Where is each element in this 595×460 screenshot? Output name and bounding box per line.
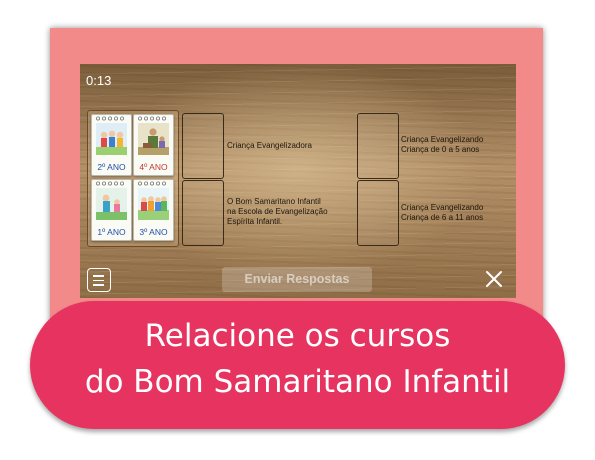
card-label: 4º ANO <box>139 162 168 172</box>
spiral-rings <box>138 116 166 121</box>
card-1-ano[interactable]: 1º ANO <box>91 179 132 241</box>
card-label: 1º ANO <box>97 227 126 237</box>
timer: 0:13 <box>86 73 112 88</box>
close-icon[interactable] <box>484 269 504 289</box>
question-text-3: O Bom Samaritano Infantil na Escola de E… <box>227 197 328 227</box>
text-line: na Escola de Evangelização <box>227 207 328 216</box>
drop-slot-3[interactable] <box>357 113 399 179</box>
text-line: Criança Evangelizadora <box>227 141 312 150</box>
title-banner: Relacione os cursos do Bom Samaritano In… <box>30 301 565 429</box>
text-line: Criança de 0 a 5 anos <box>401 145 480 154</box>
card-label: 2º ANO <box>97 162 126 172</box>
question-text-2: Criança Evangelizando Criança de 0 a 5 a… <box>401 135 483 155</box>
card-2-ano[interactable]: 2º ANO <box>91 114 132 176</box>
group-illustration <box>138 188 169 220</box>
text-line: Criança de 6 a 11 anos <box>401 213 484 222</box>
family-illustration <box>96 188 127 220</box>
card-3-ano[interactable]: 3º ANO <box>133 179 174 241</box>
spiral-rings <box>138 181 166 186</box>
text-line: O Bom Samaritano Infantil <box>227 197 321 206</box>
card-4-ano[interactable]: 4º ANO <box>133 114 174 176</box>
spiral-rings <box>96 116 124 121</box>
drop-slot-1[interactable] <box>182 113 224 179</box>
samaritan-illustration <box>138 123 169 155</box>
text-line: Espírita Infantil. <box>227 217 283 226</box>
hamburger-menu-icon[interactable] <box>87 268 111 292</box>
text-line: Criança Evangelizando <box>401 203 484 212</box>
card-label: 3º ANO <box>139 227 168 237</box>
question-text-4: Criança Evangelizando Criança de 6 a 11 … <box>401 203 483 223</box>
game-board: 0:13 2º ANO 4º ANO 1º ANO 3º ANO Criança… <box>80 64 516 298</box>
banner-line-1: Relacione os cursos <box>144 318 451 354</box>
submit-answers-button[interactable]: Enviar Respostas <box>222 267 372 292</box>
children-illustration <box>96 123 127 155</box>
drop-slot-2[interactable] <box>182 180 224 246</box>
banner-line-2: do Bom Samaritano Infantil <box>84 364 511 400</box>
text-line: Criança Evangelizando <box>401 135 484 144</box>
question-text-1: Criança Evangelizadora <box>227 141 312 151</box>
drop-slot-4[interactable] <box>357 180 399 246</box>
spiral-rings <box>96 181 124 186</box>
